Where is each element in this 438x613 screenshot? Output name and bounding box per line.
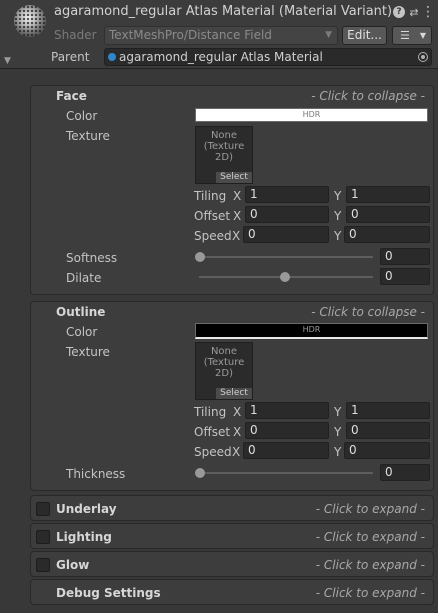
face-color-field[interactable]: HDR [195,108,428,122]
glow-title[interactable]: Glow [56,558,89,572]
outline-texture-slot[interactable]: None (Texture 2D) Select [195,342,253,400]
face-collapse-hint[interactable]: - Click to collapse - [311,89,425,103]
outline-speed-y-label: Y [334,445,342,459]
underlay-expand-hint[interactable]: - Click to expand - [316,502,425,516]
parent-value: agaramond_regular Atlas Material [119,50,323,64]
debug-settings-title[interactable]: Debug Settings [56,586,161,600]
debug-settings-panel[interactable]: Debug Settings - Click to expand - [30,579,434,605]
outline-collapse-hint[interactable]: - Click to collapse - [311,305,425,319]
hdr-label: HDR [302,325,321,334]
outline-offset-y-input[interactable]: 0 [346,422,430,439]
face-softness-slider[interactable] [199,256,373,258]
texture-none-text: None (Texture 2D) [203,346,245,379]
outline-tiling-y-label: Y [334,405,342,419]
outline-speed-y-input[interactable]: 0 [344,442,430,459]
face-speed-x-label: X [232,229,241,243]
foldout-arrow-icon[interactable]: ▼ [4,56,11,66]
underlay-title[interactable]: Underlay [56,502,117,516]
face-tiling-y-label: Y [334,189,342,203]
face-tiling-label: Tiling [194,189,227,203]
kebab-menu-icon[interactable]: ⋮ [420,4,436,20]
outline-tiling-label: Tiling [194,405,227,419]
face-dilate-label: Dilate [66,271,102,285]
underlay-panel[interactable]: Underlay - Click to expand - [30,495,434,521]
face-texture-label: Texture [66,129,110,143]
face-offset-y-input[interactable]: 0 [346,206,430,223]
help-icon[interactable]: ? [391,4,407,20]
face-offset-label: Offset [194,209,231,223]
texture-none-text: None (Texture 2D) [203,130,245,163]
glow-expand-hint[interactable]: - Click to expand - [316,558,425,572]
edit-shader-button[interactable]: Edit... [342,26,387,45]
face-dilate-input[interactable]: 0 [380,268,430,285]
face-softness-slider-thumb[interactable] [195,252,205,262]
outline-offset-x-label: X [233,425,242,439]
face-texture-slot[interactable]: None (Texture 2D) Select [195,126,253,184]
face-speed-y-label: Y [334,229,342,243]
shader-options-button[interactable]: ☰ ▼ [392,26,432,45]
face-offset-y-label: Y [334,209,342,223]
material-preview-icon [14,5,46,37]
outline-tiling-x-label: X [233,405,242,419]
material-title: agaramond_regular Atlas Material (Materi… [54,4,393,19]
outline-texture-select-button[interactable]: Select [216,388,252,399]
outline-speed-x-input[interactable]: 0 [243,442,329,459]
face-speed-label: Speed [194,229,232,243]
outline-tiling-x-input[interactable]: 1 [245,402,329,419]
outline-thickness-slider[interactable] [199,472,373,474]
face-offset-x-label: X [233,209,242,223]
face-softness-label: Softness [66,251,118,265]
material-icon [108,53,116,61]
chevron-down-icon: ▼ [325,30,332,40]
face-tiling-y-input[interactable]: 1 [346,186,430,203]
face-texture-select-button[interactable]: Select [216,172,252,183]
glow-toggle-checkbox[interactable] [36,558,50,572]
underlay-toggle-checkbox[interactable] [36,502,50,516]
lighting-panel[interactable]: Lighting - Click to expand - [30,523,434,549]
face-title[interactable]: Face [56,89,87,103]
outline-tiling-y-input[interactable]: 1 [346,402,430,419]
glow-panel[interactable]: Glow - Click to expand - [30,551,434,577]
outline-speed-x-label: X [232,445,241,459]
face-tiling-x-label: X [233,189,242,203]
outline-title[interactable]: Outline [56,305,105,319]
object-picker-icon[interactable] [418,52,428,62]
face-dilate-slider-thumb[interactable] [280,272,290,282]
face-color-label: Color [66,109,98,123]
shader-value: TextMeshPro/Distance Field [109,28,272,42]
outline-texture-label: Texture [66,345,110,359]
outline-thickness-input[interactable]: 0 [380,464,430,481]
face-softness-input[interactable]: 0 [380,248,430,265]
outline-offset-label: Offset [194,425,231,439]
lighting-title[interactable]: Lighting [56,530,112,544]
parent-object-field[interactable]: agaramond_regular Atlas Material [104,48,432,66]
inspector-header: agaramond_regular Atlas Material (Materi… [0,0,438,69]
outline-speed-label: Speed [194,445,232,459]
outline-thickness-slider-thumb[interactable] [195,468,205,478]
outline-offset-y-label: Y [334,425,342,439]
shader-label: Shader [54,28,97,42]
chevron-down-icon: ▼ [419,31,426,40]
face-speed-x-input[interactable]: 0 [243,226,329,243]
outline-thickness-label: Thickness [66,467,126,481]
face-tiling-x-input[interactable]: 1 [245,186,329,203]
debug-settings-expand-hint[interactable]: - Click to expand - [316,586,425,600]
hdr-label: HDR [302,110,321,119]
parent-label: Parent [51,50,90,64]
shader-dropdown[interactable]: TextMeshPro/Distance Field ▼ [104,26,338,45]
list-icon: ☰ [400,29,410,42]
lighting-toggle-checkbox[interactable] [36,530,50,544]
outline-offset-x-input[interactable]: 0 [245,422,329,439]
face-offset-x-input[interactable]: 0 [245,206,329,223]
outline-color-field[interactable]: HDR [195,323,428,339]
outline-color-label: Color [66,325,98,339]
lighting-expand-hint[interactable]: - Click to expand - [316,530,425,544]
face-speed-y-input[interactable]: 0 [344,226,430,243]
